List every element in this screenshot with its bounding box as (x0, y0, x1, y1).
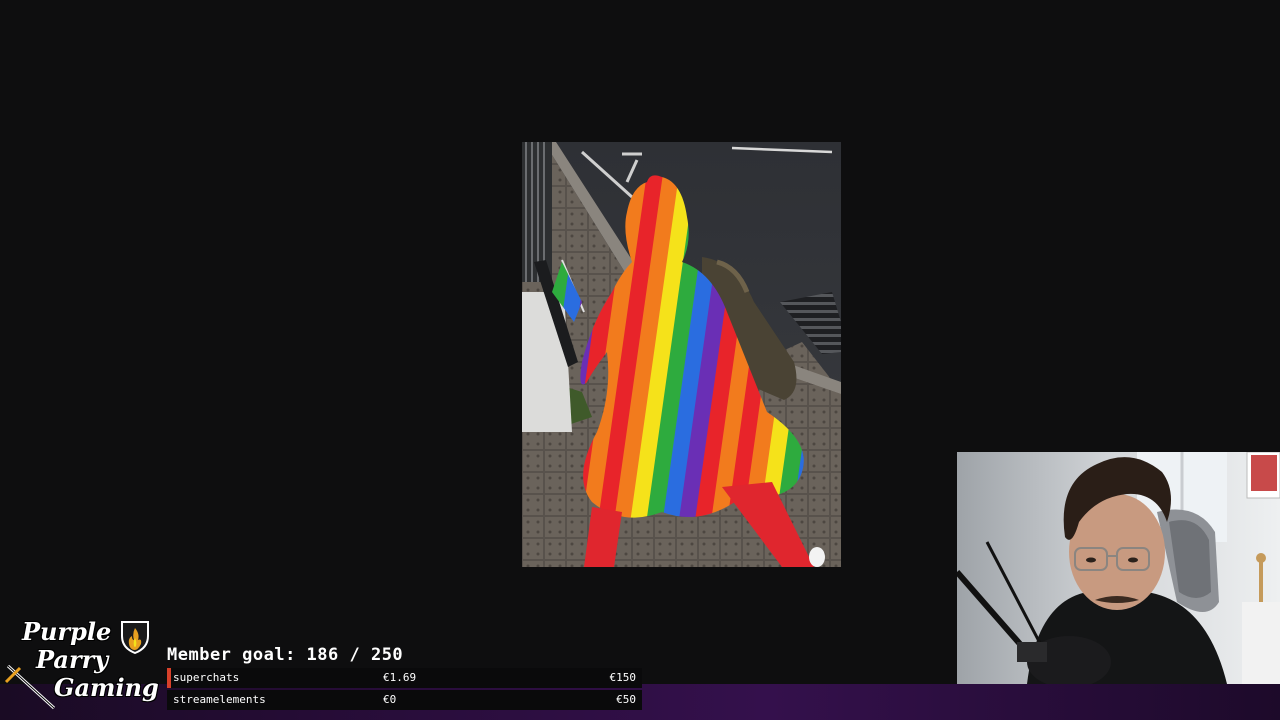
shared-photo (522, 142, 841, 567)
goal-progress-accent (167, 668, 171, 688)
goal-target: €50 (616, 693, 636, 706)
goal-target: €150 (609, 671, 637, 684)
logo-line-3: Gaming (54, 673, 159, 702)
shield-flame-icon (121, 621, 149, 654)
channel-logo: Purple Parry Gaming (4, 618, 164, 714)
stream-overlay: Purple Parry Gaming Member goal: 186 / 2… (0, 0, 1280, 720)
webcam-feed (957, 452, 1280, 684)
logo-line-2: Parry (36, 645, 109, 674)
member-goal-label: Member goal: 186 / 250 (167, 645, 404, 665)
goal-row-superchats: superchats €1.69 €150 (167, 668, 642, 688)
goal-current: €1.69 (383, 671, 417, 684)
goal-row-streamelements: streamelements €0 €50 (167, 690, 642, 710)
goal-current: €0 (383, 693, 397, 706)
logo-line-1: Purple (22, 617, 112, 646)
goal-name: superchats (173, 671, 240, 684)
goal-name: streamelements (173, 693, 266, 706)
